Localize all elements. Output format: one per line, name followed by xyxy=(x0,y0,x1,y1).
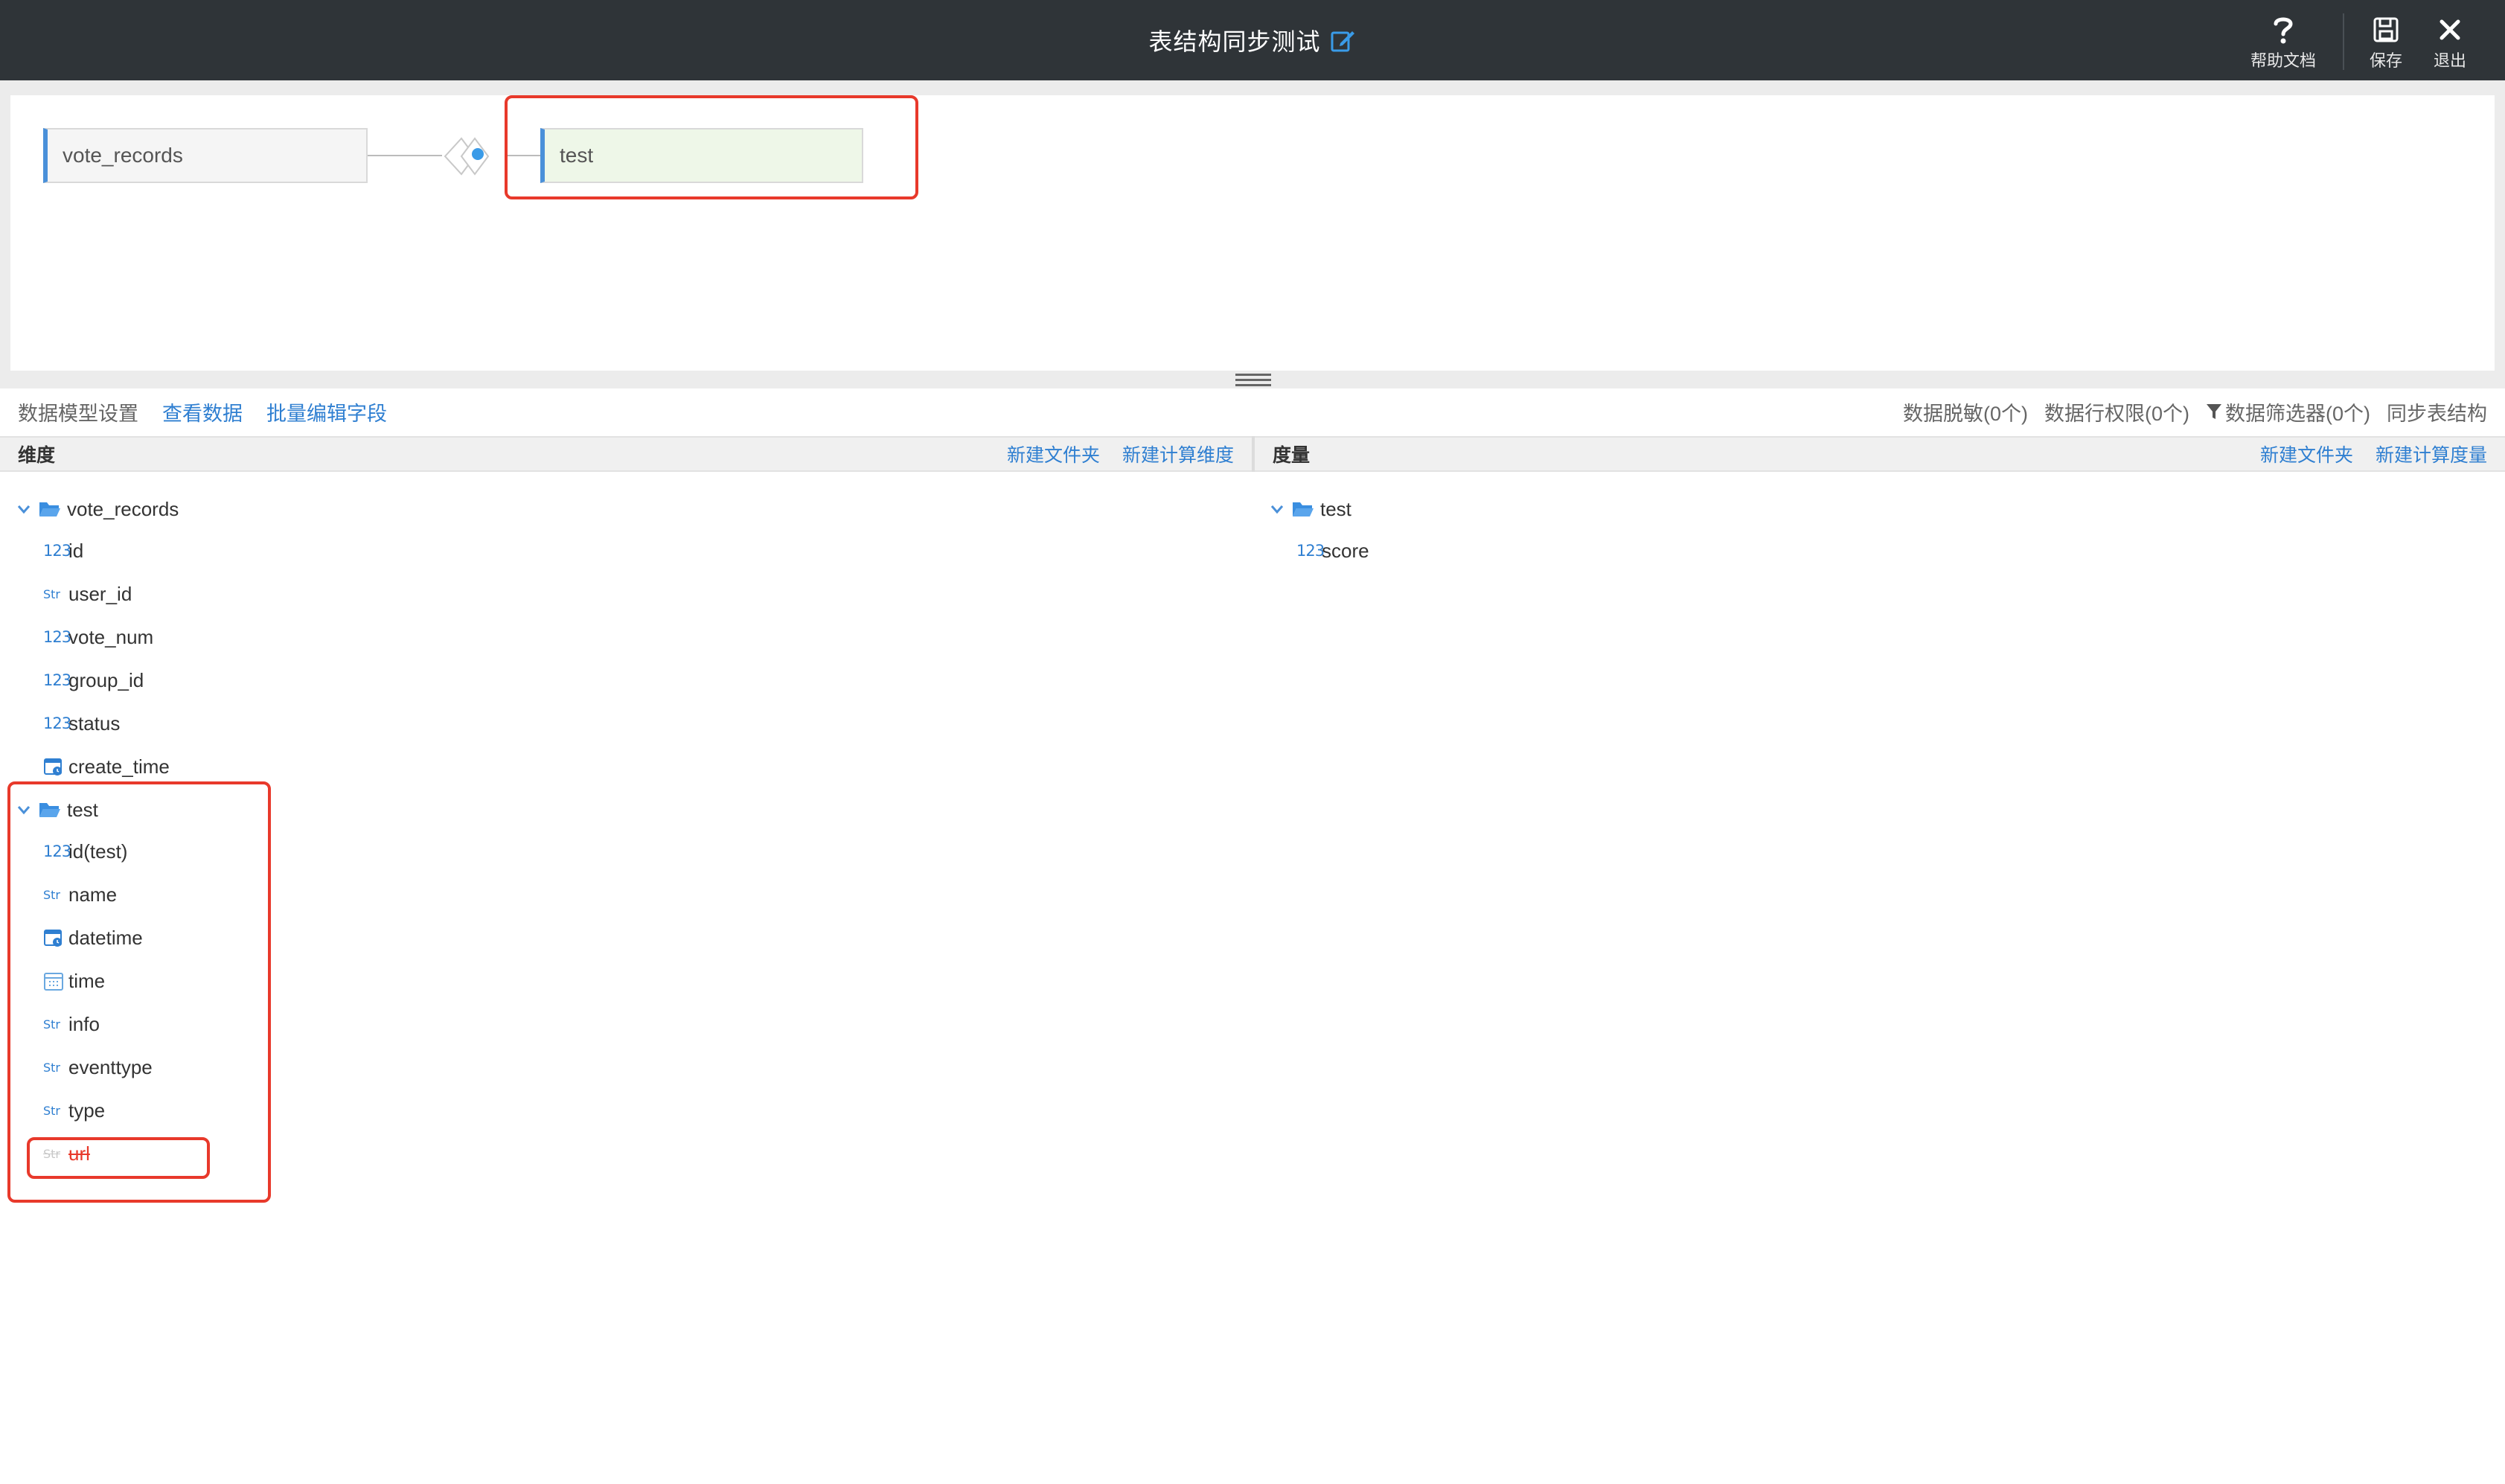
new-folder-measure-button[interactable]: 新建文件夹 xyxy=(2260,441,2353,467)
string-type-icon: Str xyxy=(43,586,61,601)
data-filter-label: 数据筛选器(0个) xyxy=(2225,402,2370,425)
datetime-type-icon xyxy=(43,756,68,777)
join-relation-icon[interactable] xyxy=(439,131,506,182)
number-type-icon: 123 xyxy=(43,671,71,689)
data-filter-button[interactable]: 数据筛选器(0个) xyxy=(2206,397,2370,426)
page-title: 表结构同步测试 xyxy=(1148,28,1321,55)
sync-schema-button[interactable]: 同步表结构 xyxy=(2387,397,2487,426)
field-row[interactable]: 123 vote_num xyxy=(43,622,153,652)
help-icon xyxy=(2272,13,2294,46)
folder-name: vote_records xyxy=(67,497,179,520)
folder-row-test[interactable]: test xyxy=(1270,494,1351,524)
join-line xyxy=(368,155,442,156)
filter-icon xyxy=(2207,404,2221,419)
help-docs-label: 帮助文档 xyxy=(2250,51,2317,70)
chevron-down-icon[interactable] xyxy=(1270,502,1285,516)
field-row[interactable]: 123 status xyxy=(43,709,120,738)
tab-view-data[interactable]: 查看数据 xyxy=(162,397,243,426)
chevron-down-icon[interactable] xyxy=(16,502,31,516)
row-permission-button[interactable]: 数据行权限(0个) xyxy=(2044,397,2189,426)
field-row[interactable]: create_time xyxy=(43,752,170,781)
table-node-label: vote_records xyxy=(63,144,183,167)
field-name: id xyxy=(68,539,84,562)
measures-header: 度量 新建文件夹 新建计算度量 xyxy=(1255,436,2505,472)
exit-button[interactable]: 退出 xyxy=(2434,13,2466,71)
model-canvas xyxy=(10,95,2495,371)
highlight-box-table xyxy=(505,95,918,199)
number-type-icon: 123 xyxy=(43,714,71,732)
folder-open-icon xyxy=(39,502,60,516)
table-node-vote-records[interactable]: vote_records xyxy=(43,128,368,183)
dimensions-header: 维度 新建文件夹 新建计算维度 xyxy=(0,436,1252,472)
close-icon xyxy=(2439,13,2461,46)
field-row[interactable]: 123 group_id xyxy=(43,665,144,695)
field-name: score xyxy=(1322,539,1369,562)
edit-title-icon[interactable] xyxy=(1330,27,1357,54)
new-folder-dimension-button[interactable]: 新建文件夹 xyxy=(1007,441,1100,467)
panel-resize-handle[interactable] xyxy=(1235,371,1271,388)
field-name: group_id xyxy=(68,668,144,691)
field-row[interactable]: 123 id xyxy=(43,536,83,566)
action-bar: 数据模型设置 查看数据 批量编辑字段 数据脱敏(0个) 数据行权限(0个) 数据… xyxy=(0,388,2505,435)
number-type-icon: 123 xyxy=(43,628,71,646)
save-icon xyxy=(2373,13,2399,46)
new-calculated-measure-button[interactable]: 新建计算度量 xyxy=(2376,441,2487,467)
folder-name: test xyxy=(1320,497,1351,520)
help-docs-button[interactable]: 帮助文档 xyxy=(2250,13,2316,71)
top-bar: 表结构同步测试 帮助文档 保存 退出 xyxy=(0,0,2505,80)
field-name: vote_num xyxy=(68,625,154,648)
title-wrap: 表结构同步测试 xyxy=(0,0,2505,80)
data-masking-button[interactable]: 数据脱敏(0个) xyxy=(1903,397,2028,426)
number-type-icon: 123 xyxy=(43,542,71,560)
field-name: user_id xyxy=(68,582,132,605)
dimensions-title: 维度 xyxy=(18,445,56,466)
folder-open-icon xyxy=(1293,502,1314,516)
measures-title: 度量 xyxy=(1273,445,1311,466)
tab-model-settings[interactable]: 数据模型设置 xyxy=(18,397,138,426)
field-row[interactable]: Str user_id xyxy=(43,579,132,609)
exit-label: 退出 xyxy=(2434,51,2467,70)
field-name: status xyxy=(68,711,121,735)
field-row[interactable]: 123 score xyxy=(1296,536,1369,566)
tab-batch-edit-fields[interactable]: 批量编辑字段 xyxy=(266,397,387,426)
toolbar-separator xyxy=(2343,13,2344,70)
folder-row-vote-records[interactable]: vote_records xyxy=(16,494,179,524)
save-button[interactable]: 保存 xyxy=(2370,13,2402,71)
number-type-icon: 123 xyxy=(1296,542,1325,560)
new-calculated-dimension-button[interactable]: 新建计算维度 xyxy=(1122,441,1234,467)
field-name: create_time xyxy=(68,755,170,778)
highlight-box-deleted-field xyxy=(27,1137,210,1179)
save-label: 保存 xyxy=(2370,51,2403,70)
